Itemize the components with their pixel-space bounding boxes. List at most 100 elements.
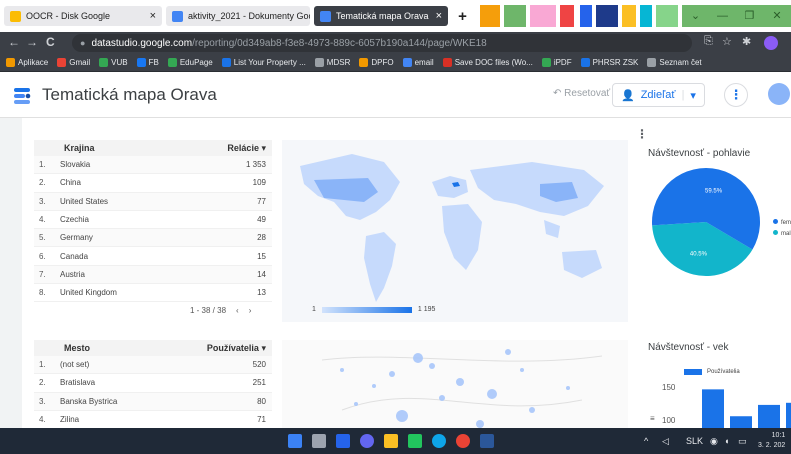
col-header-pouzivatelia[interactable]: Používatelia ▾ — [207, 343, 272, 354]
new-tab-button[interactable]: + — [453, 7, 472, 26]
task-view-icon[interactable] — [312, 434, 326, 448]
share-button[interactable]: 👤 Zdieľať | ▾ — [612, 83, 705, 107]
age-chart-legend: Používatelia — [684, 369, 740, 375]
bookmark-gmail[interactable]: Gmail — [57, 58, 90, 67]
row-value: 49 — [257, 215, 266, 225]
booking-icon — [221, 58, 231, 67]
url-input[interactable]: ● datastudio.google.com /reporting/0d349… — [72, 34, 692, 52]
bookmark-fb[interactable]: FB — [136, 58, 159, 67]
table-row[interactable]: 4. Czechia 49 — [34, 211, 272, 230]
world-map[interactable] — [282, 140, 628, 322]
user-avatar[interactable] — [768, 83, 790, 105]
system-clock[interactable]: 10:1 3. 2. 202 — [758, 431, 785, 451]
tab-aktivity[interactable]: aktivity_2021 - Dokumenty Goog × — [166, 6, 310, 26]
table-row[interactable]: 3. Banska Bystrica 80 — [34, 392, 272, 411]
share-page-icon[interactable]: ⎘ — [704, 35, 713, 48]
close-window-button[interactable]: ✕ — [763, 5, 791, 27]
back-icon[interactable]: ← — [8, 35, 20, 49]
bookmark-edupage[interactable]: EduPage — [167, 58, 213, 67]
chart-menu-icon[interactable]: ⋮ — [636, 127, 648, 141]
table-row[interactable]: 5. Germany 28 — [34, 229, 272, 248]
maximize-button[interactable]: ❐ — [736, 5, 763, 27]
edge-icon[interactable] — [432, 434, 446, 448]
more-options-button[interactable]: ⋮ — [724, 83, 748, 107]
bookmark-save-doc[interactable]: Save DOC files (Wo... — [442, 58, 533, 67]
chrome-icon[interactable] — [456, 434, 470, 448]
gender-pie-chart[interactable]: 40.5% 59.5% — [650, 166, 762, 278]
word-icon[interactable] — [480, 434, 494, 448]
legend-item-male[interactable]: mal — [773, 229, 791, 240]
minimize-button[interactable]: — — [709, 5, 736, 27]
col-header-relacie[interactable]: Relácie ▾ — [227, 143, 272, 154]
table-row[interactable]: 2. Bratislava 251 — [34, 374, 272, 393]
bookmark-mdsr[interactable]: MDSR — [314, 58, 350, 67]
pager-prev-icon[interactable]: ‹ — [236, 306, 239, 315]
bookmark-list-property[interactable]: List Your Property ... — [221, 58, 306, 67]
table-row[interactable]: 1. Slovakia 1 353 — [34, 156, 272, 175]
map-highlight-usa — [314, 178, 378, 202]
reload-icon[interactable]: C — [46, 35, 55, 49]
city-bubble-map[interactable] — [282, 340, 628, 428]
chevron-down-icon[interactable]: ▾ — [690, 89, 696, 102]
legend-max: 1 195 — [417, 306, 436, 313]
bubble-map-graphic — [321, 349, 603, 428]
table-row[interactable]: 8. United Kingdom 13 — [34, 284, 272, 303]
extensions-icon[interactable]: ✱ — [742, 35, 751, 48]
close-tab-icon[interactable]: × — [436, 10, 442, 22]
bookmark-vub[interactable]: VUB — [99, 58, 128, 67]
store-icon[interactable] — [408, 434, 422, 448]
age-bar[interactable] — [758, 404, 780, 428]
tab-search-button[interactable]: ⌄ — [682, 5, 709, 27]
battery-icon[interactable]: ▭ — [738, 436, 747, 447]
bookmark-seznam[interactable]: Seznam čet — [647, 58, 702, 67]
tab-disk-google[interactable]: OOCR - Disk Google × — [4, 6, 162, 26]
age-bar-chart[interactable] — [682, 386, 791, 428]
profile-avatar[interactable] — [764, 36, 778, 50]
wifi-icon[interactable]: ◉ — [710, 436, 718, 447]
age-bar[interactable] — [702, 389, 724, 428]
chat-icon[interactable] — [360, 434, 374, 448]
legend-item-female[interactable]: femal — [773, 218, 791, 229]
forward-icon[interactable]: → — [26, 35, 38, 49]
reset-icon: ↶ — [553, 88, 565, 99]
bookmark-dpfo[interactable]: DPFO — [359, 58, 394, 67]
file-explorer-icon[interactable] — [384, 434, 398, 448]
tab-tematicka-mapa[interactable]: Tematická mapa Orava × — [314, 6, 448, 26]
tray-chevron-up-icon[interactable]: ^ — [644, 436, 648, 446]
gender-legend: femal mal — [773, 218, 791, 240]
bookmark-aplikace[interactable]: Aplikace — [6, 58, 48, 67]
tray-pen-icon[interactable]: ◁ — [662, 436, 669, 447]
volume-icon[interactable]: ◖ — [724, 436, 729, 446]
col-header-krajina[interactable]: Krajina — [34, 143, 227, 153]
bookmark-email[interactable]: email — [402, 58, 434, 67]
language-indicator[interactable]: SLK — [686, 436, 703, 446]
age-bar[interactable] — [730, 416, 752, 428]
bookmark-label: Seznam čet — [659, 58, 702, 67]
age-bar[interactable] — [786, 402, 791, 428]
table-row[interactable]: 4. Zilina 71 — [34, 411, 272, 428]
data-studio-logo-icon — [14, 88, 31, 104]
col-header-label: Relácie — [227, 142, 259, 153]
table-row[interactable]: 7. Austria 14 — [34, 265, 272, 285]
pager-next-icon[interactable]: › — [249, 306, 252, 315]
windows-start-icon[interactable] — [288, 434, 302, 448]
bookmark-phrsr[interactable]: PHRSR ZSK — [580, 58, 638, 67]
table-row[interactable]: 6. Canada 15 — [34, 247, 272, 266]
windows-taskbar: ^ ◁ SLK ◉ ◖ ▭ 10:1 3. 2. 202 — [0, 428, 791, 454]
bookmark-ipdf[interactable]: iPDF — [541, 58, 572, 67]
table-row[interactable]: 3. United States 77 — [34, 192, 272, 211]
reset-button[interactable]: ↶ Resetovať — [553, 88, 610, 99]
close-tab-icon[interactable]: × — [150, 10, 156, 22]
widgets-icon[interactable] — [336, 434, 350, 448]
bookmark-star-icon[interactable]: ☆ — [722, 35, 732, 48]
col-header-mesto[interactable]: Mesto — [34, 343, 207, 353]
titlebar-decoration — [504, 5, 526, 27]
table-row[interactable]: 2. China 109 — [34, 174, 272, 193]
legend-gradient — [321, 306, 412, 313]
vub-icon — [99, 58, 109, 67]
titlebar-decoration — [530, 5, 556, 27]
report-canvas: ⋮ Krajina Relácie ▾ 1. Slovakia 1 353 2. Chi… — [0, 118, 791, 428]
url-path: /reporting/0d349ab8-f3e8-4973-889c-6057b… — [192, 37, 487, 49]
edupage-icon — [167, 58, 177, 67]
table-row[interactable]: 1. (not set) 520 — [34, 356, 272, 375]
